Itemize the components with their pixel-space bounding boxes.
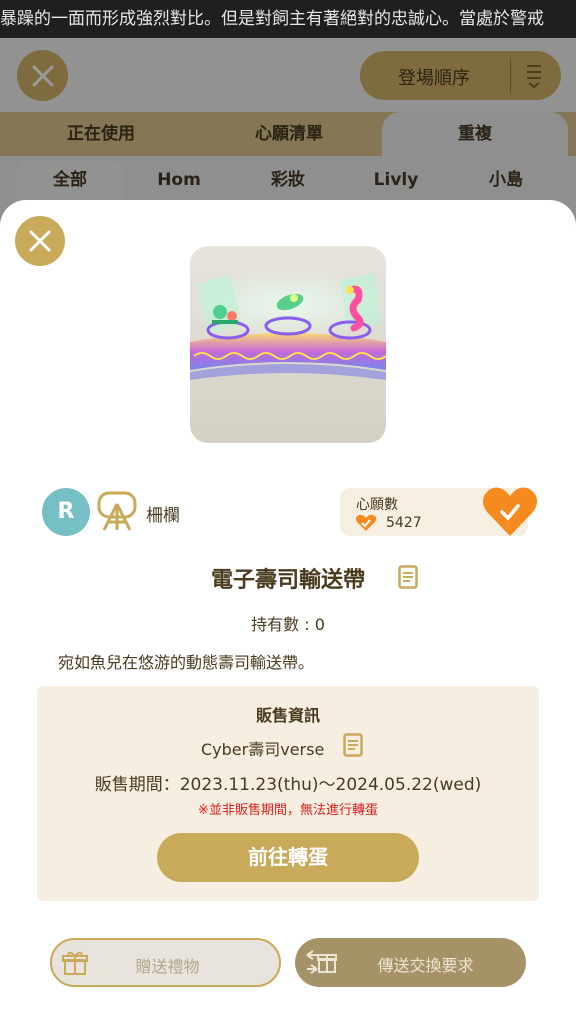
background-close-button: [17, 50, 68, 101]
category-label: 柵欄: [146, 506, 180, 526]
tab-in-use: 正在使用: [67, 124, 135, 144]
background-tab-bar: 正在使用 心願清單 重複: [0, 112, 576, 156]
sushi-conveyor-illustration: [190, 266, 386, 380]
tab-duplicates: 重複: [382, 112, 568, 156]
fence-category-icon: [96, 490, 138, 534]
sort-order-label: 登場順序: [398, 68, 470, 89]
sort-icon: [523, 61, 545, 94]
heart-check-icon: [482, 487, 538, 536]
close-button[interactable]: [15, 216, 65, 266]
add-to-wishlist-button[interactable]: [482, 486, 538, 538]
sort-order-button: 登場順序: [360, 51, 561, 100]
sales-warning: ※並非販售期間，無法進行轉蛋: [198, 803, 378, 818]
go-to-gacha-button[interactable]: 前往轉蛋: [157, 833, 419, 882]
owned-count: 持有數 : 0: [251, 615, 325, 634]
rarity-badge: R: [42, 488, 90, 536]
heart-check-icon: [355, 514, 377, 536]
sales-info-title: 販售資訊: [255, 706, 320, 725]
close-icon: [32, 65, 53, 86]
wishlist-count: 5427: [386, 515, 422, 531]
trade-request-label: 傳送交換要求: [377, 956, 474, 975]
item-detail-sheet: R 柵欄 心願數 5427 電子壽司輸送帶 持有數 : 0 宛如魚兒在悠游的動態…: [0, 200, 576, 1024]
background-subtab-bar: 全部 Hom 彩妝 Livly 小島: [0, 156, 576, 206]
close-icon: [29, 230, 51, 252]
send-gift-button[interactable]: 贈送禮物: [50, 938, 281, 987]
item-image: [190, 246, 386, 443]
divider: [510, 59, 511, 92]
copy-icon[interactable]: [398, 565, 418, 593]
send-gift-label: 贈送禮物: [135, 957, 200, 976]
announcement-ticker: 暴躁的一面而形成強烈對比。但是對飼主有著絕對的忠誠心。當處於警戒: [0, 0, 576, 38]
item-description: 宛如魚兒在悠游的動態壽司輸送帶。: [58, 653, 315, 672]
sales-info-box: 販售資訊 Cyber壽司verse 販售期間：2023.11.23(thu)～2…: [37, 686, 539, 901]
item-name: 電子壽司輸送帶: [210, 568, 365, 593]
background-header: 登場順序: [0, 38, 576, 112]
wishlist-label: 心願數: [356, 497, 398, 513]
gacha-name: Cyber壽司verse: [201, 740, 325, 759]
copy-icon[interactable]: [343, 733, 363, 761]
trade-request-button[interactable]: 傳送交換要求: [295, 938, 526, 987]
sales-period: 販售期間：2023.11.23(thu)～2024.05.22(wed): [94, 775, 482, 795]
tab-wishlist: 心願清單: [255, 124, 323, 144]
